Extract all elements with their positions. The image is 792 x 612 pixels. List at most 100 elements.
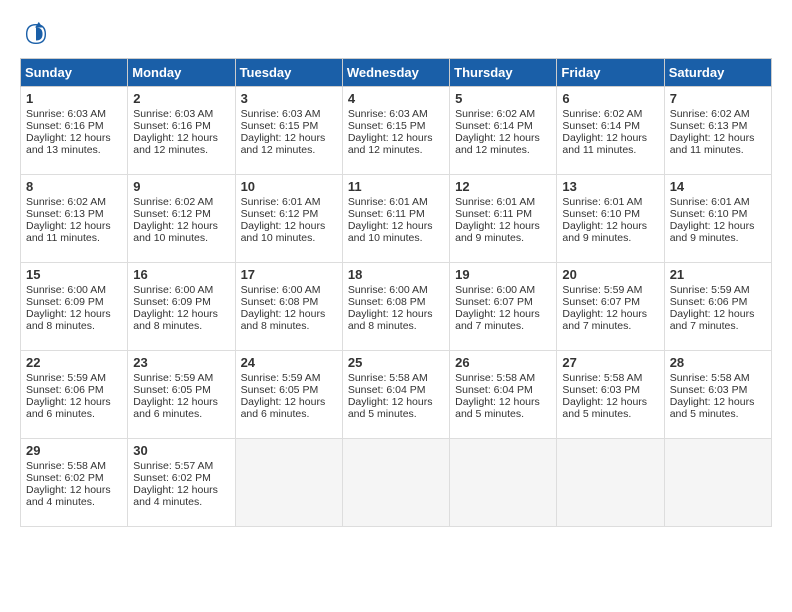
sunset-label: Sunset: 6:14 PM [455,120,533,132]
sunset-label: Sunset: 6:07 PM [455,296,533,308]
daylight-label: Daylight: 12 hours and 9 minutes. [562,220,647,244]
daylight-label: Daylight: 12 hours and 10 minutes. [348,220,433,244]
sunrise-label: Sunrise: 5:58 AM [26,460,106,472]
sunrise-label: Sunrise: 6:03 AM [241,108,321,120]
day-number: 12 [455,179,551,194]
calendar-cell [664,439,771,527]
sunset-label: Sunset: 6:06 PM [670,296,748,308]
daylight-label: Daylight: 12 hours and 5 minutes. [348,396,433,420]
sunset-label: Sunset: 6:09 PM [26,296,104,308]
day-number: 11 [348,179,444,194]
daylight-label: Daylight: 12 hours and 8 minutes. [348,308,433,332]
sunset-label: Sunset: 6:13 PM [26,208,104,220]
calendar-week-4: 22 Sunrise: 5:59 AM Sunset: 6:06 PM Dayligh… [21,351,772,439]
sunset-label: Sunset: 6:08 PM [241,296,319,308]
sunrise-label: Sunrise: 5:59 AM [133,372,213,384]
page-header [20,20,772,48]
day-number: 10 [241,179,337,194]
day-number: 19 [455,267,551,282]
sunrise-label: Sunrise: 5:57 AM [133,460,213,472]
day-number: 8 [26,179,122,194]
day-number: 29 [26,443,122,458]
daylight-label: Daylight: 12 hours and 7 minutes. [455,308,540,332]
sunset-label: Sunset: 6:09 PM [133,296,211,308]
sunrise-label: Sunrise: 6:01 AM [455,196,535,208]
daylight-label: Daylight: 12 hours and 5 minutes. [562,396,647,420]
sunrise-label: Sunrise: 5:58 AM [455,372,535,384]
calendar-header-row: SundayMondayTuesdayWednesdayThursdayFrid… [21,59,772,87]
day-number: 3 [241,91,337,106]
calendar-cell: 12 Sunrise: 6:01 AMSunset: 6:11 PMDayligh… [450,175,557,263]
calendar-cell: 2Sunrise: 6:03 AMSunset: 6:16 PMDaylight… [128,87,235,175]
sunset-label: Sunset: 6:10 PM [670,208,748,220]
sunrise-label: Sunrise: 6:02 AM [133,196,213,208]
sunrise-label: Sunrise: 6:03 AM [348,108,428,120]
calendar-cell: 27 Sunrise: 5:58 AMSunset: 6:03 PMDayligh… [557,351,664,439]
day-number: 27 [562,355,658,370]
day-number: 30 [133,443,229,458]
sunrise-label: Sunrise: 5:58 AM [348,372,428,384]
calendar-cell: 24 Sunrise: 5:59 AMSunset: 6:05 PMDayligh… [235,351,342,439]
sunrise-label: Sunrise: 6:03 AM [26,108,106,120]
calendar-cell: 4Sunrise: 6:03 AMSunset: 6:15 PMDaylight… [342,87,449,175]
sunrise-label: Sunrise: 6:02 AM [455,108,535,120]
sunrise-label: Sunrise: 5:59 AM [670,284,750,296]
daylight-label: Daylight: 12 hours and 10 minutes. [241,220,326,244]
daylight-label: Daylight: 12 hours and 9 minutes. [670,220,755,244]
header-friday: Friday [557,59,664,87]
daylight-label: Daylight: 12 hours and 10 minutes. [133,220,218,244]
sunset-label: Sunset: 6:14 PM [562,120,640,132]
daylight-label: Daylight: 12 hours and 4 minutes. [133,484,218,508]
daylight-label: Daylight: 12 hours and 8 minutes. [26,308,111,332]
sunset-label: Sunset: 6:06 PM [26,384,104,396]
header-wednesday: Wednesday [342,59,449,87]
sunset-label: Sunset: 6:02 PM [133,472,211,484]
calendar-cell: 20Sunrise: 5:59 AMSunset: 6:07 PMDayligh… [557,263,664,351]
calendar-body: 1Sunrise: 6:03 AMSunset: 6:16 PMDaylight… [21,87,772,527]
logo [20,20,50,48]
day-number: 1 [26,91,122,106]
sunset-label: Sunset: 6:05 PM [133,384,211,396]
sunset-label: Sunset: 6:16 PM [133,120,211,132]
sunset-label: Sunset: 6:16 PM [26,120,104,132]
sunset-label: Sunset: 6:03 PM [562,384,640,396]
daylight-label: Daylight: 12 hours and 4 minutes. [26,484,111,508]
sunrise-label: Sunrise: 5:59 AM [241,372,321,384]
calendar-cell: 6Sunrise: 6:02 AMSunset: 6:14 PMDaylight… [557,87,664,175]
day-number: 15 [26,267,122,282]
daylight-label: Daylight: 12 hours and 6 minutes. [241,396,326,420]
daylight-label: Daylight: 12 hours and 9 minutes. [455,220,540,244]
sunset-label: Sunset: 6:15 PM [348,120,426,132]
sunset-label: Sunset: 6:11 PM [455,208,532,220]
day-number: 22 [26,355,122,370]
calendar-cell [557,439,664,527]
day-number: 24 [241,355,337,370]
daylight-label: Daylight: 12 hours and 6 minutes. [133,396,218,420]
day-number: 18 [348,267,444,282]
sunset-label: Sunset: 6:03 PM [670,384,748,396]
daylight-label: Daylight: 12 hours and 7 minutes. [562,308,647,332]
sunrise-label: Sunrise: 6:02 AM [26,196,106,208]
daylight-label: Daylight: 12 hours and 12 minutes. [133,132,218,156]
sunrise-label: Sunrise: 6:01 AM [241,196,321,208]
sunset-label: Sunset: 6:07 PM [562,296,640,308]
daylight-label: Daylight: 12 hours and 5 minutes. [670,396,755,420]
sunrise-label: Sunrise: 5:58 AM [562,372,642,384]
sunset-label: Sunset: 6:12 PM [241,208,319,220]
sunrise-label: Sunrise: 6:02 AM [562,108,642,120]
sunset-label: Sunset: 6:05 PM [241,384,319,396]
day-number: 2 [133,91,229,106]
calendar-table: SundayMondayTuesdayWednesdayThursdayFrid… [20,58,772,527]
calendar-cell: 19Sunrise: 6:00 AMSunset: 6:07 PMDayligh… [450,263,557,351]
sunset-label: Sunset: 6:10 PM [562,208,640,220]
daylight-label: Daylight: 12 hours and 7 minutes. [670,308,755,332]
daylight-label: Daylight: 12 hours and 11 minutes. [562,132,647,156]
calendar-cell: 18Sunrise: 6:00 AMSunset: 6:08 PMDayligh… [342,263,449,351]
day-number: 25 [348,355,444,370]
header-saturday: Saturday [664,59,771,87]
day-number: 4 [348,91,444,106]
sunrise-label: Sunrise: 6:01 AM [562,196,642,208]
header-tuesday: Tuesday [235,59,342,87]
daylight-label: Daylight: 12 hours and 12 minutes. [241,132,326,156]
sunrise-label: Sunrise: 5:58 AM [670,372,750,384]
